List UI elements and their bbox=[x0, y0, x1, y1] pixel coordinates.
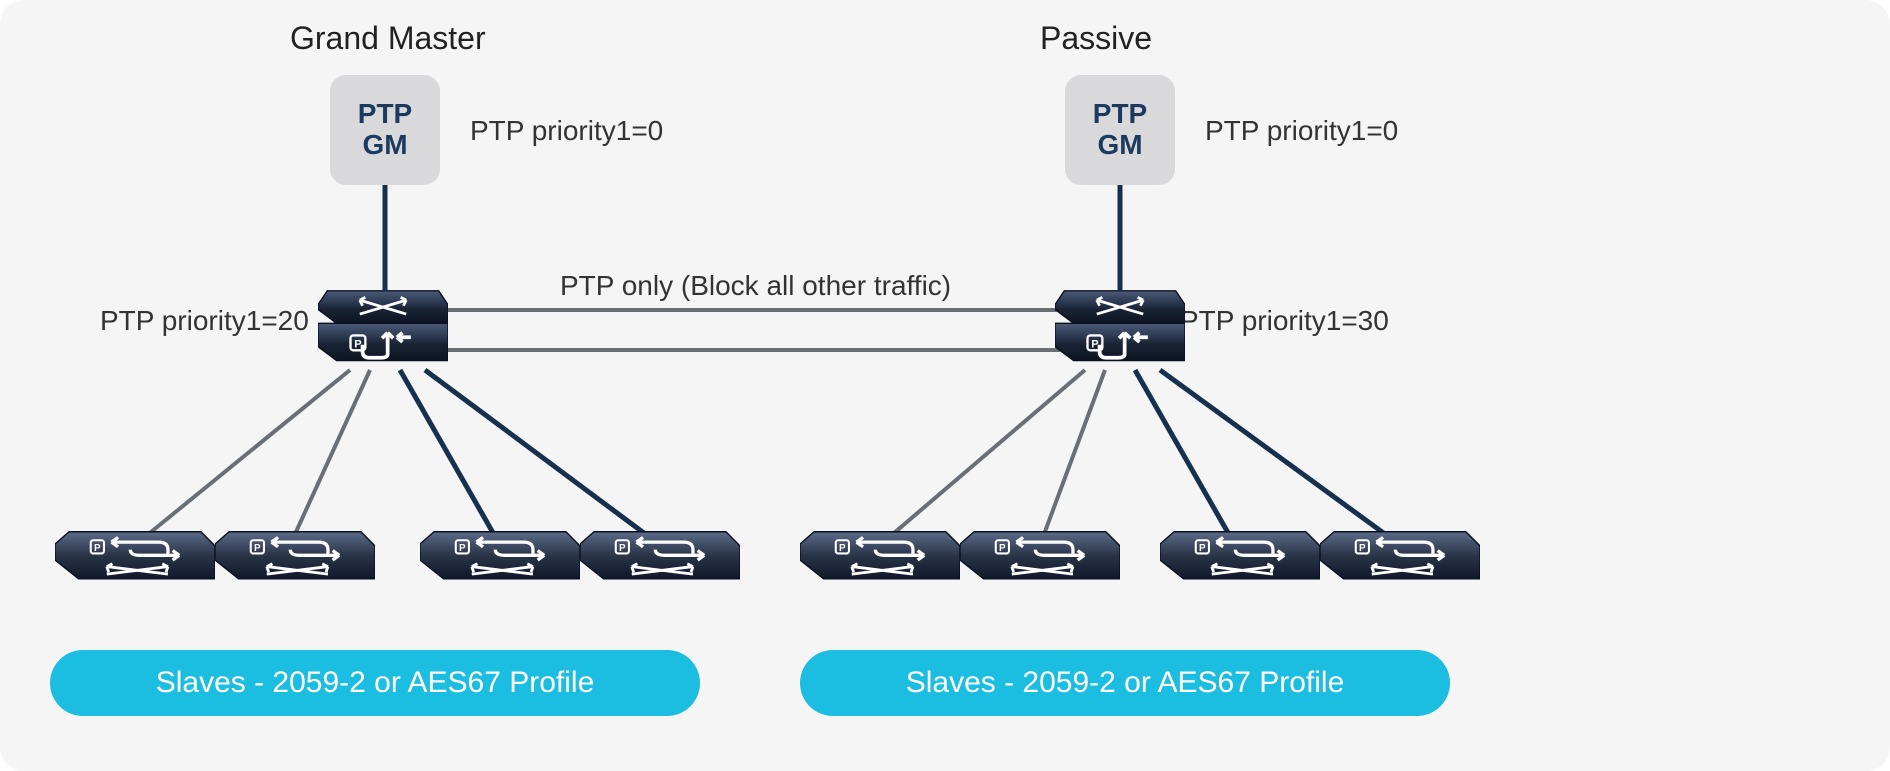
right-slaves-profile-pill: Slaves - 2059-2 or AES67 Profile bbox=[800, 650, 1450, 716]
left-downlink-3 bbox=[400, 370, 500, 545]
left-slaves-profile-pill: Slaves - 2059-2 or AES67 Profile bbox=[50, 650, 700, 716]
interconnect-label: PTP only (Block all other traffic) bbox=[560, 270, 951, 302]
left-leaf-switch-4-icon bbox=[580, 532, 740, 579]
right-role-title: Passive bbox=[1040, 20, 1152, 57]
left-downlink-2 bbox=[290, 370, 370, 545]
left-leaf-switch-2-icon bbox=[215, 532, 375, 579]
left-leaf-switch-1-icon bbox=[55, 532, 215, 579]
right-ptp-gm-line2: GM bbox=[1097, 130, 1142, 161]
left-switch-priority-label: PTP priority1=20 bbox=[100, 305, 309, 337]
right-ptp-gm-line1: PTP bbox=[1093, 99, 1147, 130]
right-leaf-switch-1-icon bbox=[800, 532, 960, 579]
left-leaf-switch-3-icon bbox=[420, 532, 580, 579]
left-downlink-1 bbox=[135, 370, 350, 545]
right-downlink-1 bbox=[880, 370, 1085, 545]
left-role-title: Grand Master bbox=[290, 20, 486, 57]
left-downlink-4 bbox=[425, 370, 660, 545]
right-slaves-profile-text: Slaves - 2059-2 or AES67 Profile bbox=[906, 666, 1345, 700]
left-gm-priority-label: PTP priority1=0 bbox=[470, 115, 663, 147]
right-main-switch-icon bbox=[1055, 291, 1185, 361]
right-leaf-switch-3-icon bbox=[1160, 532, 1320, 579]
ptp-architecture-diagram: Grand Master Passive PTP GM PTP GM PTP p… bbox=[0, 0, 1890, 771]
right-leaf-switch-2-icon bbox=[960, 532, 1120, 579]
left-ptp-gm-line1: PTP bbox=[358, 99, 412, 130]
right-downlink-2 bbox=[1040, 370, 1105, 545]
right-leaf-switch-4-icon bbox=[1320, 532, 1480, 579]
left-ptp-gm-box: PTP GM bbox=[330, 75, 440, 185]
left-main-switch-icon bbox=[318, 291, 448, 361]
right-downlink-3 bbox=[1135, 370, 1235, 545]
right-switch-priority-label: PTP priority1=30 bbox=[1180, 305, 1389, 337]
left-ptp-gm-line2: GM bbox=[362, 130, 407, 161]
right-ptp-gm-box: PTP GM bbox=[1065, 75, 1175, 185]
left-slaves-profile-text: Slaves - 2059-2 or AES67 Profile bbox=[156, 666, 595, 700]
right-downlink-4 bbox=[1160, 370, 1400, 545]
right-gm-priority-label: PTP priority1=0 bbox=[1205, 115, 1398, 147]
